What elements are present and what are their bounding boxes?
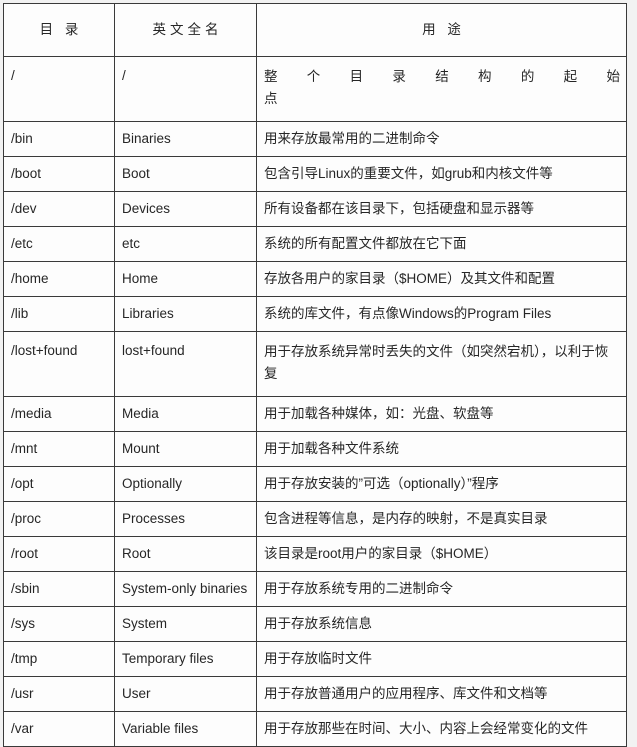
table-row: /tmp Temporary files 用于存放临时文件 [3, 641, 627, 677]
cell-english-name: Devices [114, 191, 257, 227]
table-row: /sbin System-only binaries 用于存放系统专用的二进制命令 [3, 571, 627, 607]
cell-english-name: Variable files [114, 711, 257, 747]
cell-english-name: Boot [114, 156, 257, 192]
cell-purpose: 整个目录结构的起始点 [256, 56, 627, 122]
cell-english-name: Temporary files [114, 641, 257, 677]
cell-directory: /lib [3, 296, 115, 332]
cell-purpose: 用于加载各种文件系统 [256, 431, 627, 467]
cell-english-name: Home [114, 261, 257, 297]
cell-purpose-line-2: 点 [264, 91, 278, 106]
cell-purpose: 用于存放那些在时间、大小、内容上会经常变化的文件 [256, 711, 627, 747]
cell-english-name: Mount [114, 431, 257, 467]
cell-directory: /etc [3, 226, 115, 262]
cell-purpose: 用于存放系统异常时丢失的文件（如突然宕机），以利于恢复 [256, 331, 627, 397]
table-body: / / 整个目录结构的起始点/bin Binaries 用来存放最常用的二进制命令/bo… [3, 56, 627, 747]
cell-purpose: 用来存放最常用的二进制命令 [256, 121, 627, 157]
directory-table-container: 目 录 英文全名 用 途 / / 整个目录结构的起始点/bin Binaries 用来存… [3, 3, 627, 747]
cell-purpose: 系统的库文件，有点像Windows的Program Files [256, 296, 627, 332]
column-header-purpose: 用 途 [256, 3, 627, 57]
table-row: /sys System 用于存放系统信息 [3, 606, 627, 642]
cell-english-name: Libraries [114, 296, 257, 332]
cell-purpose: 该目录是root用户的家目录（$HOME） [256, 536, 627, 572]
cell-directory: /media [3, 396, 115, 432]
table-row: /etc etc 系统的所有配置文件都放在它下面 [3, 226, 627, 262]
table-row: /media Media 用于加载各种媒体，如：光盘、软盘等 [3, 396, 627, 432]
table-row: /usr User 用于存放普通用户的应用程序、库文件和文档等 [3, 676, 627, 712]
cell-directory: /lost+found [3, 331, 115, 397]
cell-english-name: Binaries [114, 121, 257, 157]
cell-english-name: User [114, 676, 257, 712]
cell-directory: /var [3, 711, 115, 747]
cell-english-name: etc [114, 226, 257, 262]
cell-directory: /boot [3, 156, 115, 192]
cell-purpose: 系统的所有配置文件都放在它下面 [256, 226, 627, 262]
cell-purpose: 用于存放普通用户的应用程序、库文件和文档等 [256, 676, 627, 712]
cell-directory: /bin [3, 121, 115, 157]
table-row: /var Variable files 用于存放那些在时间、大小、内容上会经常变化的… [3, 711, 627, 747]
cell-purpose: 用于存放安装的”可选（optionally）”程序 [256, 466, 627, 502]
cell-english-name: Media [114, 396, 257, 432]
cell-purpose: 用于加载各种媒体，如：光盘、软盘等 [256, 396, 627, 432]
cell-directory: /proc [3, 501, 115, 537]
cell-directory: /mnt [3, 431, 115, 467]
column-header-english-name: 英文全名 [114, 3, 257, 57]
cell-directory: /tmp [3, 641, 115, 677]
cell-english-name: / [114, 56, 257, 122]
cell-purpose: 所有设备都在该目录下，包括硬盘和显示器等 [256, 191, 627, 227]
cell-directory: /root [3, 536, 115, 572]
cell-purpose-line-1: 整个目录结构的起始 [264, 69, 620, 84]
cell-purpose: 包含进程等信息，是内存的映射，不是真实目录 [256, 501, 627, 537]
table-row: / / 整个目录结构的起始点 [3, 56, 627, 122]
table-header-row: 目 录 英文全名 用 途 [3, 3, 627, 57]
cell-english-name: lost+found [114, 331, 257, 397]
table-row: /opt Optionally 用于存放安装的”可选（optionally）”程序 [3, 466, 627, 502]
cell-directory: /usr [3, 676, 115, 712]
cell-purpose: 包含引导Linux的重要文件，如grub和内核文件等 [256, 156, 627, 192]
cell-purpose: 用于存放系统专用的二进制命令 [256, 571, 627, 607]
cell-directory: / [3, 56, 115, 122]
column-header-directory: 目 录 [3, 3, 115, 57]
cell-directory: /home [3, 261, 115, 297]
table-row: /boot Boot 包含引导Linux的重要文件，如grub和内核文件等 [3, 156, 627, 192]
cell-directory: /opt [3, 466, 115, 502]
cell-directory: /sbin [3, 571, 115, 607]
cell-english-name: System [114, 606, 257, 642]
table-row: /root Root 该目录是root用户的家目录（$HOME） [3, 536, 627, 572]
cell-english-name: Processes [114, 501, 257, 537]
table-row: /lost+found lost+found 用于存放系统异常时丢失的文件（如突然宕… [3, 331, 627, 397]
table-row: /home Home 存放各用户的家目录（$HOME）及其文件和配置 [3, 261, 627, 297]
table-row: /mnt Mount 用于加载各种文件系统 [3, 431, 627, 467]
cell-english-name: Optionally [114, 466, 257, 502]
cell-purpose: 用于存放临时文件 [256, 641, 627, 677]
table-row: /lib Libraries 系统的库文件，有点像Windows的Program F… [3, 296, 627, 332]
table-row: /bin Binaries 用来存放最常用的二进制命令 [3, 121, 627, 157]
table-header: 目 录 英文全名 用 途 [3, 3, 627, 57]
cell-purpose: 存放各用户的家目录（$HOME）及其文件和配置 [256, 261, 627, 297]
table-row: /proc Processes 包含进程等信息，是内存的映射，不是真实目录 [3, 501, 627, 537]
cell-purpose: 用于存放系统信息 [256, 606, 627, 642]
cell-english-name: Root [114, 536, 257, 572]
linux-directory-structure-table: 目 录 英文全名 用 途 / / 整个目录结构的起始点/bin Binaries 用来存… [3, 3, 627, 747]
cell-directory: /dev [3, 191, 115, 227]
cell-directory: /sys [3, 606, 115, 642]
table-row: /dev Devices 所有设备都在该目录下，包括硬盘和显示器等 [3, 191, 627, 227]
cell-english-name: System-only binaries [114, 571, 257, 607]
